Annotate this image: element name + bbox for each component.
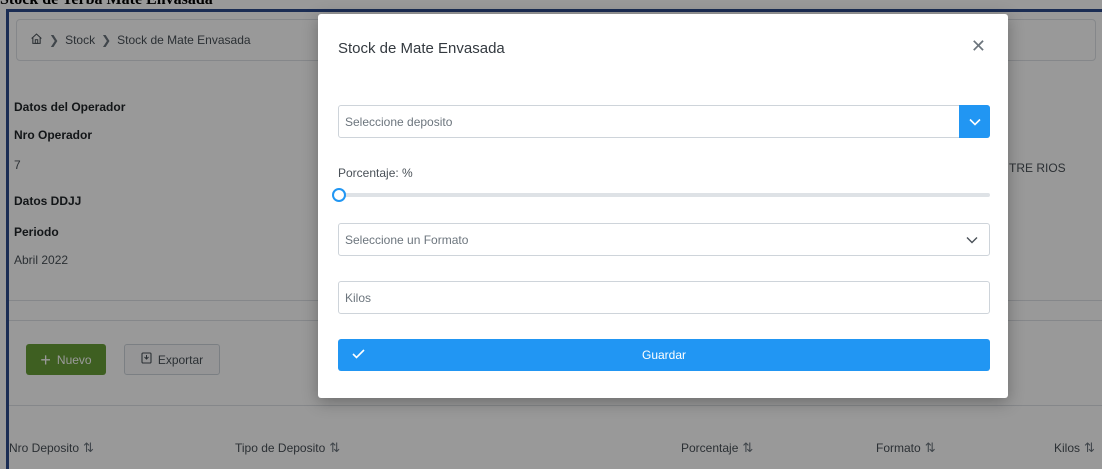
save-button-label: Guardar	[641, 348, 687, 362]
porcentaje-slider-handle[interactable]	[332, 188, 346, 202]
porcentaje-label: Porcentaje: %	[338, 166, 413, 180]
stock-modal: Stock de Mate Envasada ✕ Seleccione depo…	[318, 14, 1008, 398]
formato-select-value: Seleccione un Formato	[345, 232, 469, 247]
save-button[interactable]: Guardar	[338, 339, 990, 371]
deposito-select[interactable]: Seleccione deposito	[338, 105, 990, 138]
porcentaje-slider-track[interactable]	[340, 193, 990, 197]
chevron-down-icon	[968, 115, 981, 129]
deposito-dropdown-button[interactable]	[959, 105, 990, 138]
chevron-down-icon	[966, 233, 978, 247]
formato-select[interactable]: Seleccione un Formato	[338, 223, 990, 256]
kilos-input-wrapper	[338, 281, 990, 314]
modal-title: Stock de Mate Envasada	[338, 40, 505, 57]
deposito-select-value: Seleccione deposito	[345, 114, 453, 129]
close-icon[interactable]: ✕	[971, 36, 986, 57]
kilos-input[interactable]	[345, 290, 989, 305]
check-icon	[352, 348, 365, 362]
